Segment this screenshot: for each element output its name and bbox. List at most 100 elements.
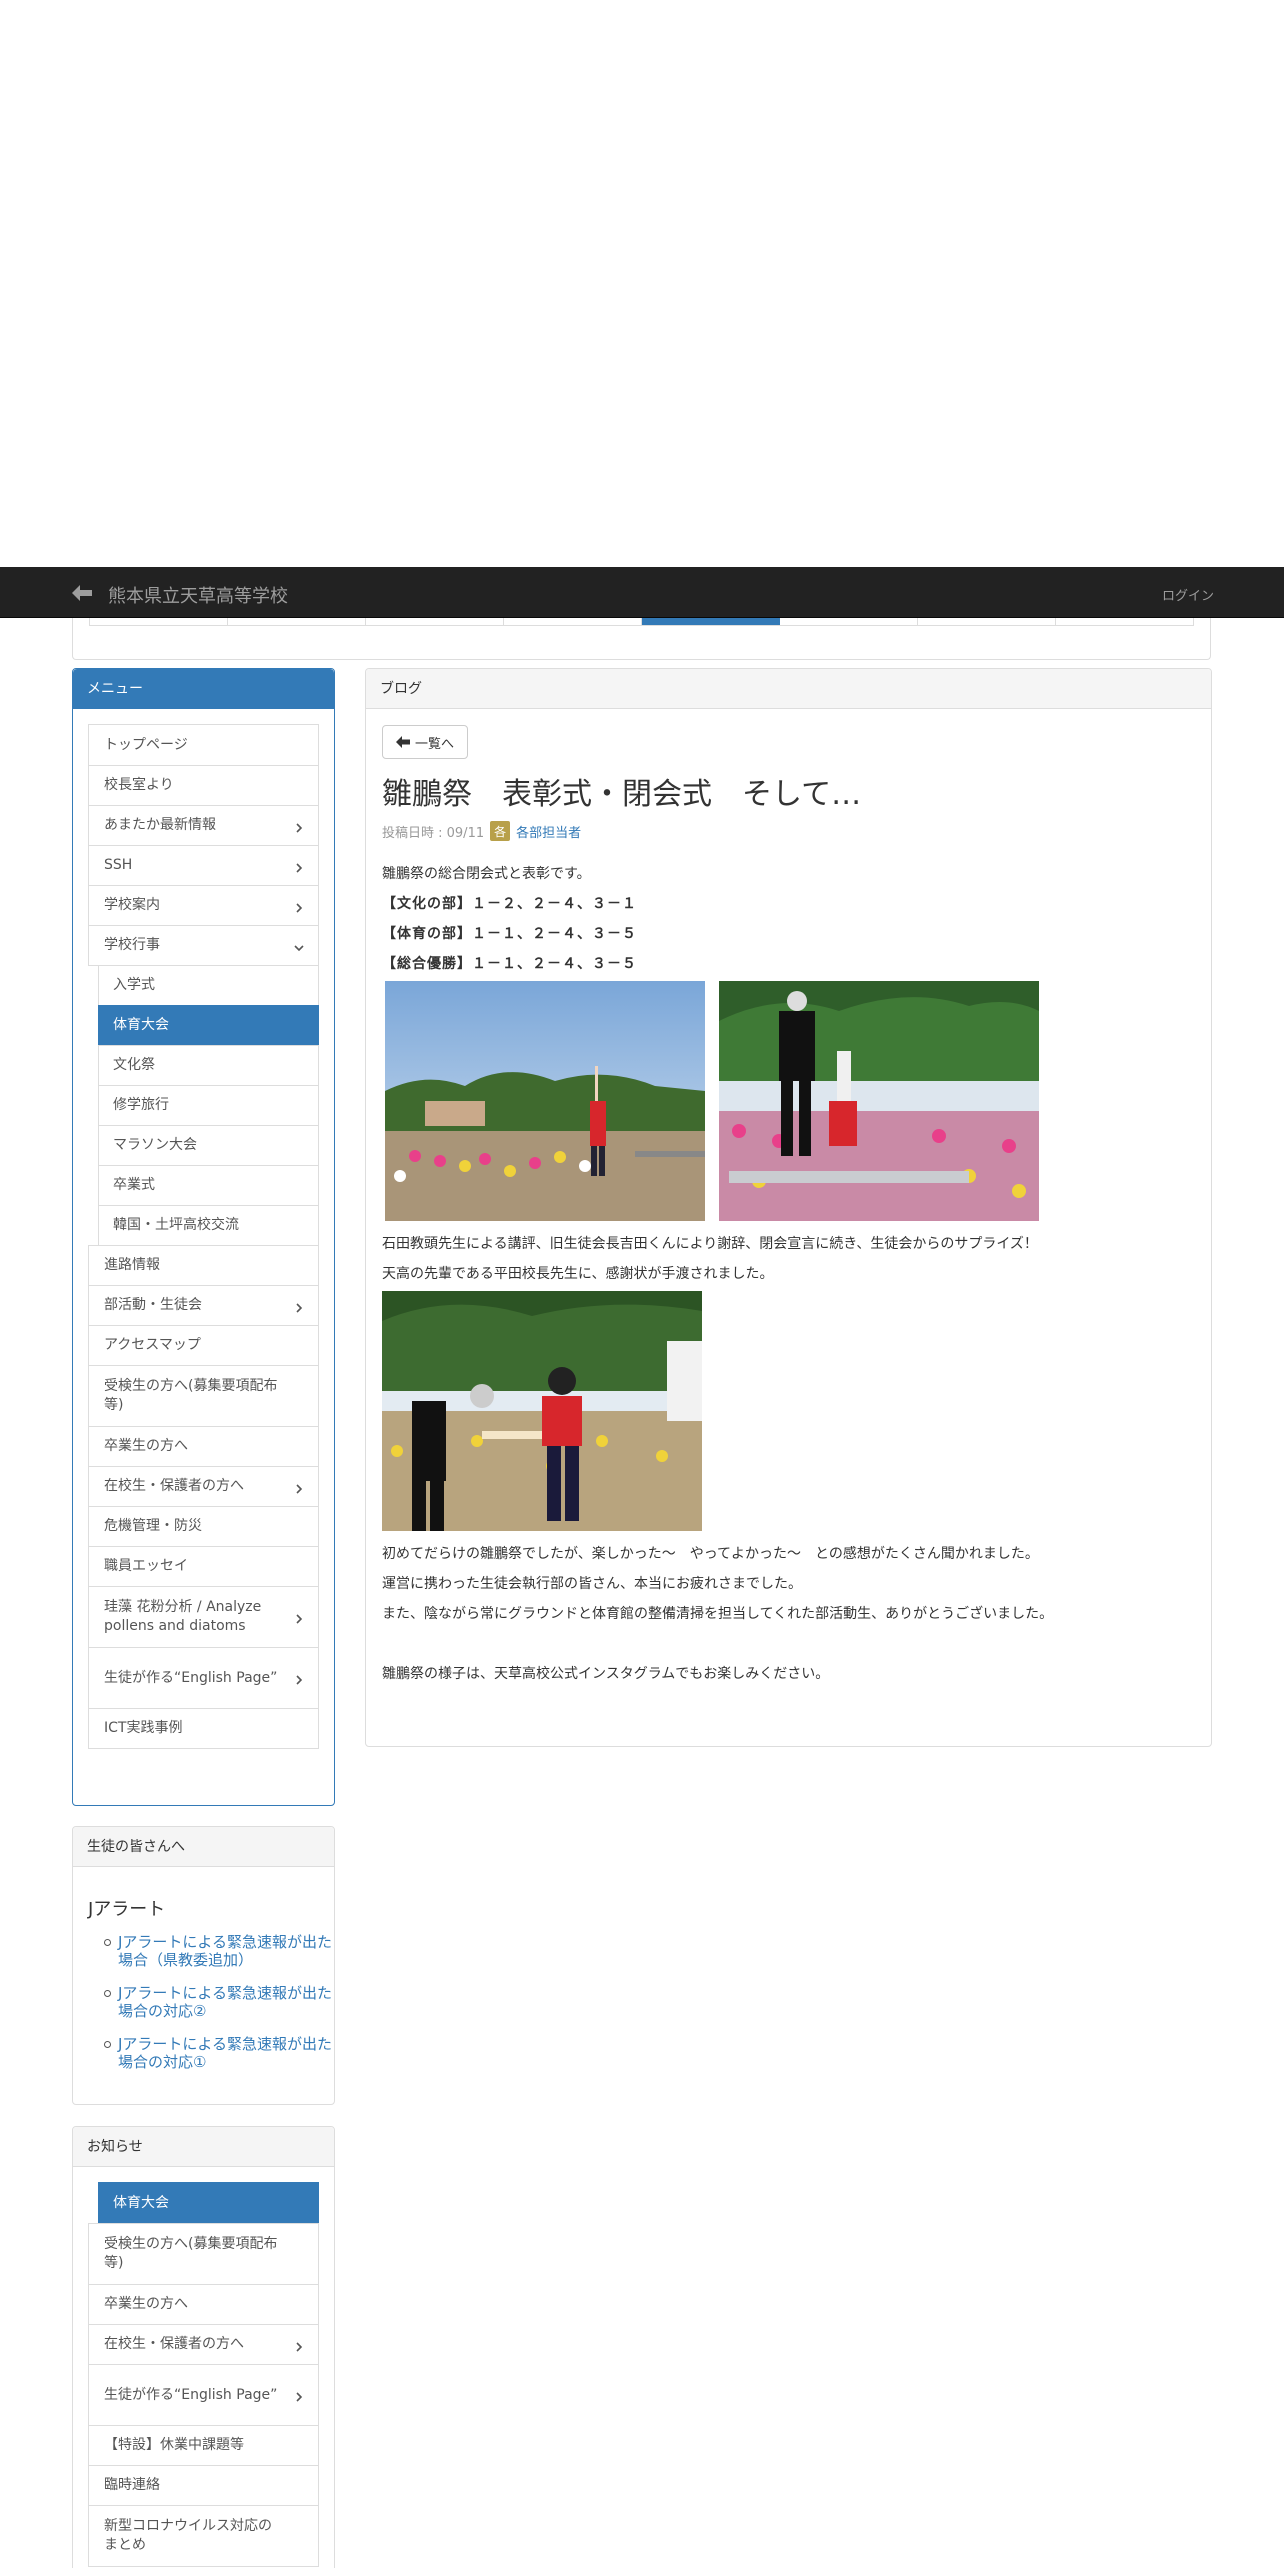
photo-ceremony-field[interactable] — [385, 981, 705, 1221]
menu-item[interactable]: 進路情報 — [88, 1245, 319, 1286]
header-tab[interactable] — [366, 618, 504, 625]
menu-item-label: SSH — [104, 857, 133, 873]
menu-item[interactable]: 危機管理・防災 — [88, 1506, 319, 1547]
menu-item[interactable]: 文化祭 — [98, 1045, 319, 1086]
menu-item-label: 受検生の方へ(募集要項配布等) — [104, 1378, 278, 1413]
photo-award-handover[interactable] — [382, 1291, 702, 1531]
header-tab[interactable] — [780, 618, 918, 625]
body-text: 初めてだらけの雛鵬祭でしたが、楽しかった～ やってよかった～ との感想がたくさん… — [382, 1546, 1039, 1562]
arrow-left-icon[interactable] — [70, 583, 94, 603]
post-title: 雛鵬祭 表彰式・閉会式 そして… — [382, 777, 862, 812]
chevron-right-icon — [294, 900, 304, 913]
result-line: 【体育の部】１－１、２－４、３－５ — [382, 926, 637, 942]
menu-item[interactable]: 部活動・生徒会 — [88, 1285, 319, 1326]
chevron-right-icon — [294, 2389, 304, 2402]
menu-item[interactable]: 体育大会 — [98, 2182, 319, 2224]
menu-item-label: 在校生・保護者の方へ — [104, 2336, 244, 2352]
menu-item[interactable]: 韓国・土坪高校交流 — [98, 1205, 319, 1246]
menu-item[interactable]: 受検生の方へ(募集要項配布等) — [88, 2223, 319, 2285]
menu-panel: メニュー トップページ 校長室より あまたか最新情報 SSH 学校案内 学校行事入学式体育… — [72, 668, 335, 1806]
menu-item[interactable]: あまたか最新情報 — [88, 805, 319, 846]
back-to-list-button[interactable]: 一覧へ — [382, 725, 468, 759]
menu-item[interactable]: 職員エッセイ — [88, 1546, 319, 1587]
intro-text: 雛鵬祭の総合閉会式と表彰です。 — [382, 866, 591, 882]
menu-item[interactable]: 受検生の方へ(募集要項配布等) — [88, 1365, 319, 1427]
jalert-link[interactable]: Jアラートによる緊急速報が出た場合の対応① — [104, 2035, 343, 2071]
menu-item-label: 体育大会 — [113, 1017, 169, 1033]
notices-list: 体育大会受検生の方へ(募集要項配布等) 卒業生の方へ在校生・保護者の方へ生徒が作る… — [88, 2182, 319, 2567]
menu-item[interactable]: 臨時連絡 — [88, 2465, 319, 2506]
menu-list: トップページ 校長室より あまたか最新情報 SSH 学校案内 学校行事入学式体育大会文化祭… — [88, 724, 319, 1749]
menu-item-label: マラソン大会 — [113, 1137, 197, 1153]
jalert-link[interactable]: Jアラートによる緊急速報が出た場合（県教委追加） — [104, 1933, 343, 1969]
menu-item-label: 卒業式 — [113, 1177, 155, 1193]
menu-item-label: 生徒が作る“English Page” — [104, 1669, 278, 1686]
menu-item[interactable]: 体育大会 — [98, 1005, 319, 1046]
back-label: 一覧へ — [414, 736, 454, 752]
students-heading: 生徒の皆さんへ — [73, 1827, 334, 1867]
chevron-right-icon — [294, 1481, 304, 1494]
arrow-left-icon — [395, 736, 410, 748]
menu-item[interactable]: 入学式 — [98, 965, 319, 1006]
outro-text: 雛鵬祭の様子は、天草高校公式インスタグラムでもお楽しみください。 — [382, 1666, 830, 1682]
menu-item[interactable]: ICT実践事例 — [88, 1708, 319, 1749]
notices-heading: お知らせ — [73, 2127, 334, 2167]
menu-item[interactable]: 校長室より — [88, 765, 319, 806]
header-tab-active[interactable] — [642, 618, 780, 625]
menu-item[interactable]: 学校行事 — [88, 925, 319, 966]
category-icon: 各 — [490, 821, 511, 841]
menu-item-label: 珪藻 花粉分析 / Analyze pollens and diatoms — [104, 1599, 262, 1634]
menu-item[interactable]: 生徒が作る“English Page” — [88, 2364, 319, 2426]
menu-item-label: 新型コロナウイルス対応のまとめ — [104, 2518, 272, 2553]
result-line: 【総合優勝】１－１、２－４、３－５ — [382, 956, 637, 972]
menu-item-label: 危機管理・防災 — [104, 1518, 202, 1534]
menu-item-label: ICT実践事例 — [104, 1720, 183, 1736]
menu-item[interactable]: 在校生・保護者の方へ — [88, 2324, 319, 2365]
header-tab[interactable] — [228, 618, 366, 625]
menu-item[interactable]: 新型コロナウイルス対応のまとめ — [88, 2505, 319, 2567]
header-tab-strip — [72, 618, 1211, 660]
menu-item-label: 在校生・保護者の方へ — [104, 1478, 244, 1494]
jalert-list: Jアラートによる緊急速報が出た場合（県教委追加） Jアラートによる緊急速報が出た… — [104, 1933, 343, 2086]
menu-item[interactable]: 生徒が作る“English Page” — [88, 1647, 319, 1709]
chevron-right-icon — [294, 1672, 304, 1685]
menu-item[interactable]: SSH — [88, 845, 319, 886]
blog-panel: ブログ 一覧へ 雛鵬祭 表彰式・閉会式 そして… 投稿日時 : 09/11 各 … — [365, 668, 1212, 1747]
menu-item-label: 卒業生の方へ — [104, 1438, 188, 1454]
header-tab[interactable] — [504, 618, 642, 625]
photo-stage-presentation[interactable] — [719, 981, 1039, 1221]
menu-item-label: 受検生の方へ(募集要項配布等) — [104, 2236, 278, 2271]
menu-item-label: 【特設】休業中課題等 — [104, 2437, 244, 2453]
menu-item-label: 部活動・生徒会 — [104, 1297, 202, 1313]
menu-item[interactable]: 在校生・保護者の方へ — [88, 1466, 319, 1507]
chevron-right-icon — [294, 1300, 304, 1313]
menu-heading: メニュー — [73, 669, 334, 709]
menu-item[interactable]: アクセスマップ — [88, 1325, 319, 1366]
menu-item[interactable]: 卒業式 — [98, 1165, 319, 1206]
login-link[interactable]: ログイン — [1162, 585, 1214, 604]
students-panel: 生徒の皆さんへ Jアラート Jアラートによる緊急速報が出た場合（県教委追加） J… — [72, 1826, 335, 2105]
menu-item[interactable]: マラソン大会 — [98, 1125, 319, 1166]
header-tabs — [89, 618, 1194, 626]
post-author[interactable]: 各部担当者 — [516, 822, 581, 841]
menu-item[interactable]: 卒業生の方へ — [88, 1426, 319, 1467]
menu-item-label: 卒業生の方へ — [104, 2296, 188, 2312]
menu-item[interactable]: 学校案内 — [88, 885, 319, 926]
menu-item[interactable]: 珪藻 花粉分析 / Analyze pollens and diatoms — [88, 1586, 319, 1648]
jalert-title: Jアラート — [88, 1899, 166, 1920]
menu-item-label: 入学式 — [113, 977, 155, 993]
menu-item[interactable]: 卒業生の方へ — [88, 2284, 319, 2325]
chevron-right-icon — [294, 2339, 304, 2352]
header-tab[interactable] — [1056, 618, 1193, 625]
chevron-right-icon — [294, 820, 304, 833]
menu-item[interactable]: 修学旅行 — [98, 1085, 319, 1126]
jalert-link[interactable]: Jアラートによる緊急速報が出た場合の対応② — [104, 1984, 343, 2020]
menu-item[interactable]: トップページ — [88, 724, 319, 766]
menu-item-label: 修学旅行 — [113, 1097, 169, 1113]
menu-item-label: 生徒が作る“English Page” — [104, 2386, 278, 2403]
menu-item[interactable]: 【特設】休業中課題等 — [88, 2425, 319, 2466]
header-tab[interactable] — [918, 618, 1056, 625]
site-title[interactable]: 熊本県立天草高等学校 — [108, 582, 288, 608]
header-tab[interactable] — [90, 618, 228, 625]
post-date: 投稿日時 : 09/11 — [382, 825, 485, 841]
